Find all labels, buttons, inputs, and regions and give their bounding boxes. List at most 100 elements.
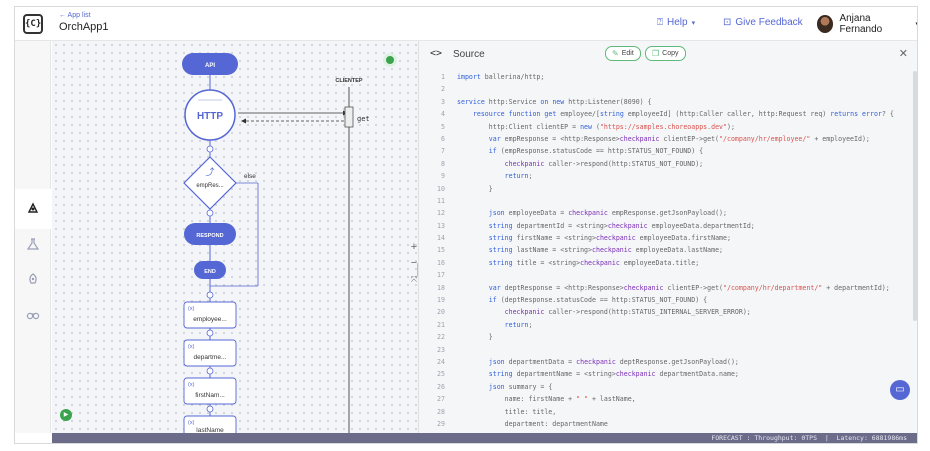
flow-diagram: API HTTP CLIENTEP get ⤴ empRes... else R… xyxy=(182,53,370,433)
code-text: http:Client clientEP = new ("https://sam… xyxy=(457,122,735,131)
code-line: 10 } xyxy=(419,183,909,195)
line-number: 12 xyxy=(437,209,445,218)
code-line: 2 xyxy=(419,83,909,95)
chevron-down-icon: ▾ xyxy=(915,20,917,28)
variable-node[interactable]: (x) departme... xyxy=(183,339,237,367)
line-number: 11 xyxy=(437,196,445,205)
variable-node[interactable]: (x) employee... xyxy=(183,301,237,329)
help-label: Help xyxy=(667,17,688,28)
line-number: 25 xyxy=(437,370,445,379)
code-line: 6 var empResponse = <http:Response>check… xyxy=(419,133,909,145)
code-text: string firstName = <string>checkpanic em… xyxy=(488,234,731,243)
app-window: {C} ← App list OrchApp1 ⍰ Help ▾ ⊡ Give … xyxy=(14,6,918,444)
line-number: 24 xyxy=(437,357,445,366)
copy-icon: ❐ xyxy=(652,49,660,58)
back-to-app-list-link[interactable]: ← App list xyxy=(59,12,91,19)
line-number: 28 xyxy=(437,407,445,416)
line-number: 4 xyxy=(441,110,445,119)
help-icon: ⍰ xyxy=(657,17,663,28)
client-endpoint-label: CLIENTEP xyxy=(335,78,363,84)
status-indicator xyxy=(386,56,394,64)
edit-button[interactable]: ✎ Edit xyxy=(605,46,641,61)
code-text: json employeeData = checkpanic empRespon… xyxy=(488,209,727,218)
if-condition-node[interactable]: ⤴ empRes... xyxy=(183,156,237,210)
line-number: 2 xyxy=(441,85,445,94)
code-text: if (deptResponse.statusCode == http:STAT… xyxy=(488,296,708,305)
app-title: OrchApp1 xyxy=(59,21,109,33)
close-icon[interactable]: ✕ xyxy=(899,47,908,60)
code-line: 24 json departmentData = checkpanic dept… xyxy=(419,356,909,368)
variable-node[interactable]: (x) lastName xyxy=(183,415,237,433)
code-line: 13 string departmentId = <string>checkpa… xyxy=(419,220,909,232)
user-name: Anjana Fernando xyxy=(839,13,883,35)
line-number: 16 xyxy=(437,258,445,267)
flow-icon[interactable] xyxy=(25,201,41,217)
code-line: 8 checkpanic caller->respond(http:STATUS… xyxy=(419,158,909,170)
code-text: if (empResponse.statusCode == http:STATU… xyxy=(488,147,704,156)
feedback-icon: ⊡ xyxy=(723,17,732,28)
line-number: 3 xyxy=(441,97,445,106)
diagram-canvas[interactable]: API HTTP CLIENTEP get ⤴ empRes... else R… xyxy=(52,41,418,433)
condition-label: empRes... xyxy=(196,183,224,189)
respond-node[interactable]: RESPOND xyxy=(184,223,236,245)
code-line: 5 http:Client clientEP = new ("https://s… xyxy=(419,121,909,133)
code-scrollbar[interactable] xyxy=(913,71,917,321)
variable-node[interactable]: (x) firstNam... xyxy=(183,377,237,405)
line-number: 6 xyxy=(441,134,445,143)
status-footer: FORECAST : Throughput: 0TPS | Latency: 6… xyxy=(52,433,917,443)
end-node[interactable]: END xyxy=(194,261,226,279)
chat-icon[interactable]: ▭ xyxy=(890,380,910,400)
end-label: END xyxy=(204,269,216,275)
line-number: 23 xyxy=(437,345,445,354)
code-text: name: firstName + " " + lastName, xyxy=(457,395,636,404)
help-menu[interactable]: ⍰ Help ▾ xyxy=(657,17,695,28)
http-node[interactable]: HTTP xyxy=(184,89,236,141)
top-header: {C} ← App list OrchApp1 ⍰ Help ▾ ⊡ Give … xyxy=(15,7,917,41)
user-menu[interactable]: Anjana Fernando ▾ xyxy=(817,13,917,35)
copy-button[interactable]: ❐ Copy xyxy=(645,46,686,61)
client-action-box xyxy=(344,106,354,128)
give-feedback-link[interactable]: ⊡ Give Feedback xyxy=(723,17,803,28)
feedback-label: Give Feedback xyxy=(735,17,803,28)
run-icon[interactable]: ▶ xyxy=(60,409,72,421)
line-number: 19 xyxy=(437,296,445,305)
code-text: resource function get employee/[string e… xyxy=(472,110,894,119)
code-text: string departmentId = <string>checkpanic… xyxy=(488,221,755,230)
choreo-logo[interactable]: {C} xyxy=(23,14,43,34)
code-line: 27 name: firstName + " " + lastName, xyxy=(419,393,909,405)
code-text: json departmentData = checkpanic deptRes… xyxy=(488,357,739,366)
code-text: var deptResponse = <http:Response>checkp… xyxy=(488,283,890,292)
line-number: 17 xyxy=(437,271,445,280)
rocket-icon[interactable] xyxy=(25,273,41,289)
line-number: 8 xyxy=(441,159,445,168)
line-number: 14 xyxy=(437,234,445,243)
code-text: return; xyxy=(504,320,533,329)
line-number: 26 xyxy=(437,382,445,391)
code-text: string lastName = <string>checkpanic emp… xyxy=(488,246,724,255)
api-node[interactable]: API xyxy=(182,53,238,75)
line-number: 5 xyxy=(441,122,445,131)
respond-label: RESPOND xyxy=(196,233,223,239)
code-line: 7 if (empResponse.statusCode == http:STA… xyxy=(419,145,909,157)
http-label: HTTP xyxy=(197,111,223,122)
beaker-icon[interactable] xyxy=(25,237,41,253)
code-line: 21 return; xyxy=(419,319,909,331)
code-editor[interactable]: 1 import ballerina/http; 2 3 service http:Se… xyxy=(419,71,909,433)
code-text: service http:Service on new http:Listene… xyxy=(457,97,652,106)
client-get-label: get xyxy=(357,115,370,123)
code-line: 15 string lastName = <string>checkpanic … xyxy=(419,244,909,256)
svg-text:⤴: ⤴ xyxy=(205,166,214,178)
variable-tag: (x) xyxy=(188,382,195,388)
code-text: department: departmentName xyxy=(457,419,608,428)
copy-label: Copy xyxy=(662,50,679,57)
code-line: 25 string departmentName = <string>check… xyxy=(419,368,909,380)
code-text: string departmentName = <string>checkpan… xyxy=(488,370,739,379)
binoculars-icon[interactable] xyxy=(25,307,41,323)
line-number: 27 xyxy=(437,395,445,404)
code-line: 11 xyxy=(419,195,909,207)
code-line: 4 resource function get employee/[string… xyxy=(419,108,909,120)
forecast-status: FORECAST : Throughput: 0TPS | Latency: 6… xyxy=(711,434,907,442)
code-text: } xyxy=(457,333,493,342)
